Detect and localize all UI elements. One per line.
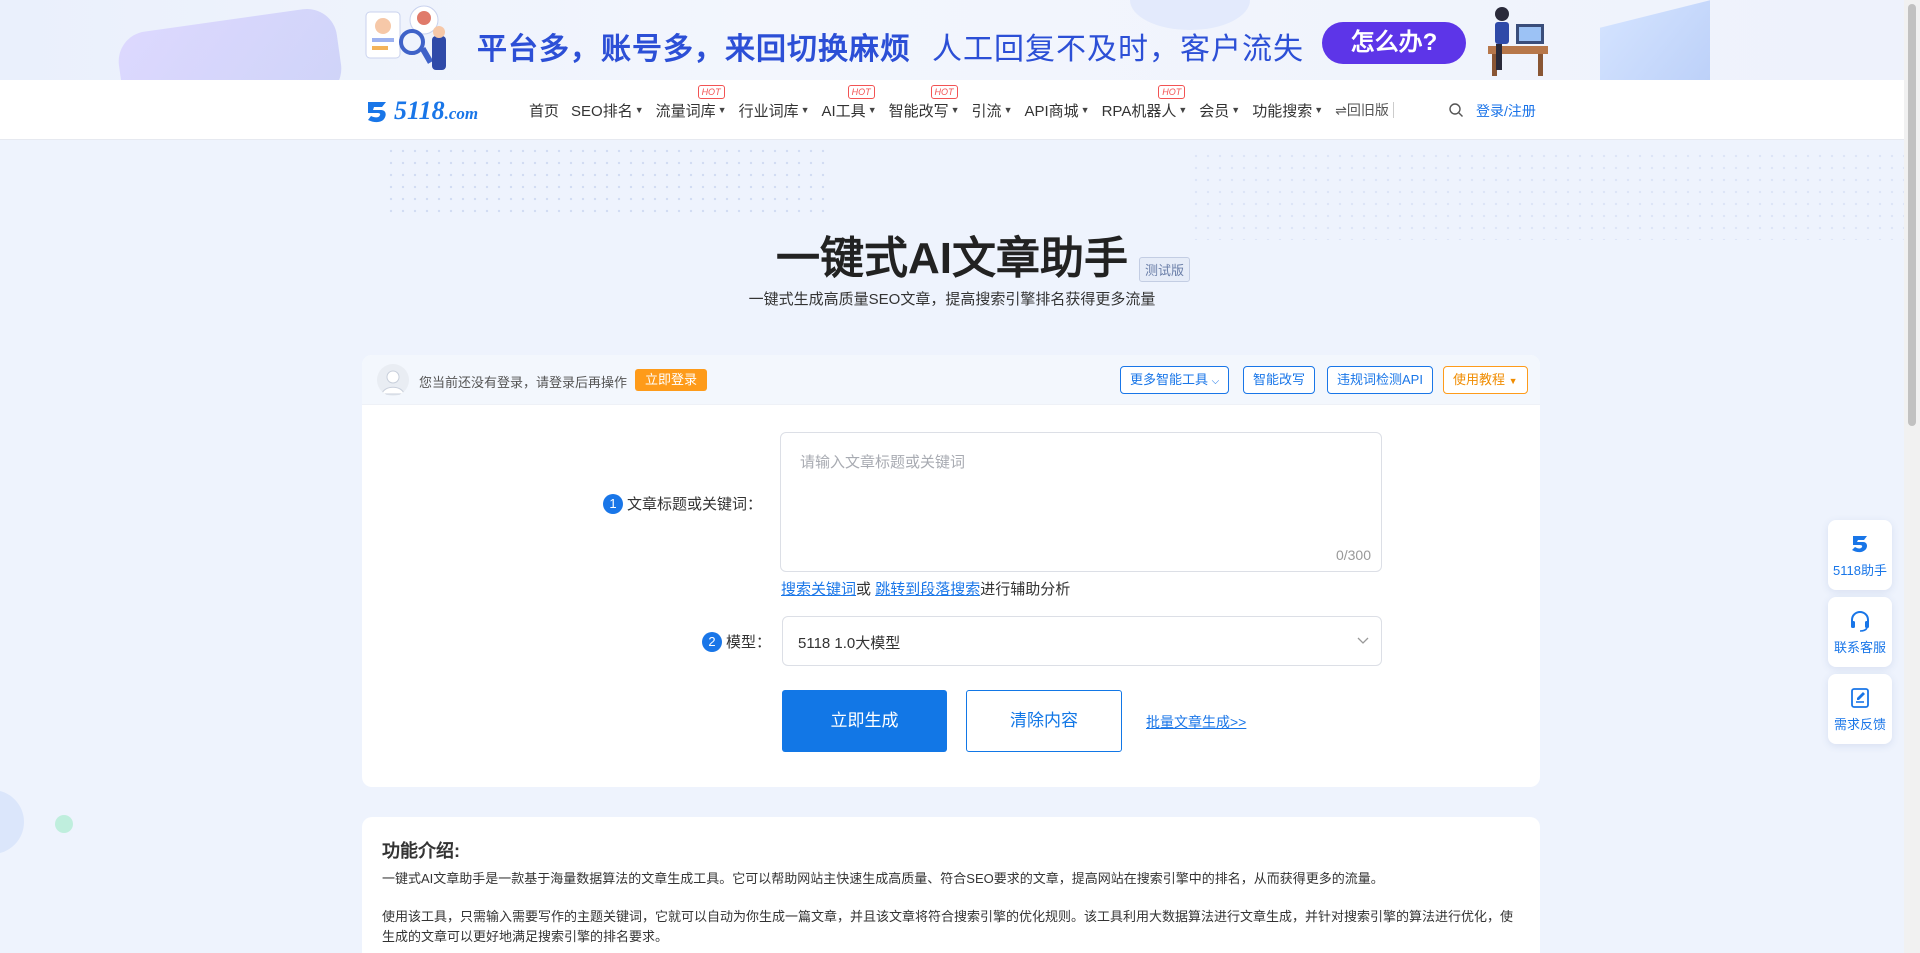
generate-button[interactable]: 立即生成 — [782, 690, 947, 752]
customer-service-widget[interactable]: 联系客服 — [1828, 597, 1892, 667]
smart-rewrite-button[interactable]: 智能改写 — [1243, 366, 1316, 394]
nav-item-ai-tools[interactable]: AI工具 ▼ HOT — [822, 84, 877, 121]
assistant-label: 5118助手 — [1833, 563, 1887, 578]
caret-down-icon: ▼ — [950, 105, 960, 115]
logo-text: 5118.com — [394, 96, 479, 125]
beta-badge: 测试版 — [1138, 257, 1190, 282]
step-number: 2 — [702, 631, 722, 652]
caret-down-icon: ▼ — [800, 105, 810, 115]
model-select-value: 5118 1.0大模型 — [798, 635, 901, 652]
old-version-link[interactable]: ⇌回旧版 — [1335, 100, 1389, 120]
more-tools-dropdown[interactable]: 更多智能工具 ⌵ — [1120, 366, 1230, 394]
intro-paragraph: 一键式AI文章助手是一款基于海量数据算法的文章生成工具。它可以帮助网站主快速生成… — [382, 871, 1384, 886]
nav-item-traffic-keywords[interactable]: 流量词库 ▼ HOT — [656, 84, 727, 121]
nav-item-industry-keywords[interactable]: 行业词库 ▼ — [739, 100, 810, 121]
dot-pattern-decoration — [385, 145, 825, 215]
page-subtitle: 一键式生成高质量SEO文章，提高搜索引擎排名获得更多流量 — [748, 291, 1156, 308]
clear-button[interactable]: 清除内容 — [966, 690, 1122, 752]
caret-down-icon: ▼ — [634, 105, 644, 115]
customer-service-label: 联系客服 — [1833, 640, 1886, 655]
feature-intro-card: 功能介绍: 一键式AI文章助手是一款基于海量数据算法的文章生成工具。它可以帮助网… — [362, 817, 1540, 953]
banner-cta-button[interactable]: 怎么办? — [1322, 22, 1466, 64]
caret-down-icon: ▼ — [1508, 376, 1518, 386]
feedback-icon — [1851, 688, 1869, 708]
nav-item-traffic-drive[interactable]: 引流 ▼ — [972, 100, 1013, 121]
model-field-label: 2 模型： — [702, 631, 771, 652]
card-toolbar: 您当前还没有登录，请登录后再操作 立即登录 更多智能工具 ⌵ 智能改写 违规词检… — [362, 355, 1540, 405]
caret-down-icon: ▼ — [717, 105, 727, 115]
tutorial-dropdown[interactable]: 使用教程 ▼ — [1443, 366, 1528, 394]
nav-item-seo-ranking[interactable]: SEO排名 ▼ — [571, 100, 644, 121]
login-now-button[interactable]: 立即登录 — [635, 369, 708, 391]
user-icon — [381, 370, 405, 395]
avatar[interactable] — [377, 364, 409, 396]
banner-desk-illustration — [1488, 7, 1548, 76]
char-counter: 0/300 — [1335, 547, 1371, 563]
intro-paragraph: 使用该工具，只需输入需要写作的主题关键词，它就可以自动为你生成一篇文章，并且该文… — [382, 909, 1514, 944]
banner-slogan-primary: 平台多，账号多，来回切换麻烦 — [477, 33, 911, 66]
logo-icon — [368, 102, 386, 123]
hot-badge: HOT — [1158, 84, 1186, 99]
caret-down-icon: ▼ — [1314, 105, 1324, 115]
hot-badge: HOT — [847, 84, 875, 99]
nav-item-smart-rewrite[interactable]: 智能改写 ▼ HOT — [889, 84, 960, 121]
login-register-link[interactable]: 登录/注册 — [1476, 101, 1536, 121]
nav-item-api-store[interactable]: API商城 ▼ — [1024, 100, 1089, 121]
search-icon[interactable] — [1448, 102, 1464, 118]
chevron-down-icon: ⌵ — [1211, 376, 1220, 387]
logo-icon — [1852, 536, 1867, 553]
banner-decoration — [1600, 0, 1710, 80]
model-select[interactable]: 5118 1.0大模型 — [782, 616, 1382, 666]
article-generator-card: 您当前还没有登录，请登录后再操作 立即登录 更多智能工具 ⌵ 智能改写 违规词检… — [362, 355, 1540, 787]
page-scrollbar[interactable] — [1904, 0, 1920, 953]
keyword-input-placeholder: 请输入文章标题或关键词 — [800, 454, 966, 471]
login-hint-text: 您当前还没有登录，请登录后再操作 — [419, 375, 628, 390]
nav-item-feature-search[interactable]: 功能搜索 ▼ — [1252, 100, 1323, 121]
keyword-input[interactable]: 请输入文章标题或关键词 0/300 — [780, 432, 1382, 572]
feedback-widget[interactable]: 需求反馈 — [1828, 674, 1892, 744]
keyword-field-label: 1 文章标题或关键词： — [603, 493, 762, 514]
banner-slogan-secondary: 人工回复不及时，客户流失 — [932, 33, 1304, 66]
background-circle-decoration — [0, 790, 24, 854]
caret-down-icon: ▼ — [1178, 105, 1188, 115]
caret-down-icon: ▼ — [1003, 105, 1013, 115]
banner-people-illustration — [365, 5, 446, 70]
nav-item-membership[interactable]: 会员 ▼ — [1199, 100, 1240, 121]
violation-api-button[interactable]: 违规词检测API — [1327, 366, 1433, 394]
search-keyword-link[interactable]: 搜索关键词 — [781, 581, 856, 598]
intro-title: 功能介绍: — [382, 841, 460, 861]
assistant-widget[interactable]: 5118助手 — [1828, 520, 1892, 590]
scrollbar-thumb[interactable] — [1908, 4, 1916, 426]
nav-item-home[interactable]: 首页 — [529, 100, 559, 121]
hot-badge: HOT — [697, 84, 725, 99]
paragraph-search-link[interactable]: 跳转到段落搜索 — [875, 581, 980, 598]
nav-item-rpa-robot[interactable]: RPA机器人 ▼ HOT — [1102, 84, 1188, 121]
main-menu: 首页 SEO排名 ▼ 流量词库 ▼ HOT 行业词库 ▼ AI工具 ▼ HOT 智能改写 ▼ H… — [529, 80, 1394, 140]
site-logo[interactable]: 5118.com — [362, 96, 478, 126]
batch-generate-link[interactable]: 批量文章生成>> — [1146, 712, 1246, 732]
background-circle-decoration — [55, 815, 73, 833]
top-navigation: 5118.com 首页 SEO排名 ▼ 流量词库 ▼ HOT 行业词库 ▼ AI工具 ▼ H… — [0, 80, 1904, 140]
assist-links: 搜索关键词或 跳转到段落搜索进行辅助分析 — [781, 581, 1071, 598]
page-title: 一键式AI文章助手 测试版 — [0, 222, 1904, 286]
banner-decoration — [114, 5, 346, 80]
hot-badge: HOT — [930, 84, 958, 99]
caret-down-icon: ▼ — [1231, 105, 1241, 115]
chevron-down-icon — [1357, 637, 1369, 644]
feedback-label: 需求反馈 — [1833, 717, 1886, 732]
caret-down-icon: ▼ — [867, 105, 877, 115]
caret-down-icon: ▼ — [1080, 105, 1090, 115]
headset-icon — [1851, 610, 1869, 632]
promo-banner[interactable]: 平台多，账号多，来回切换麻烦 人工回复不及时，客户流失 怎么办? — [0, 0, 1904, 80]
step-number: 1 — [603, 493, 623, 514]
nav-divider — [1392, 102, 1394, 118]
